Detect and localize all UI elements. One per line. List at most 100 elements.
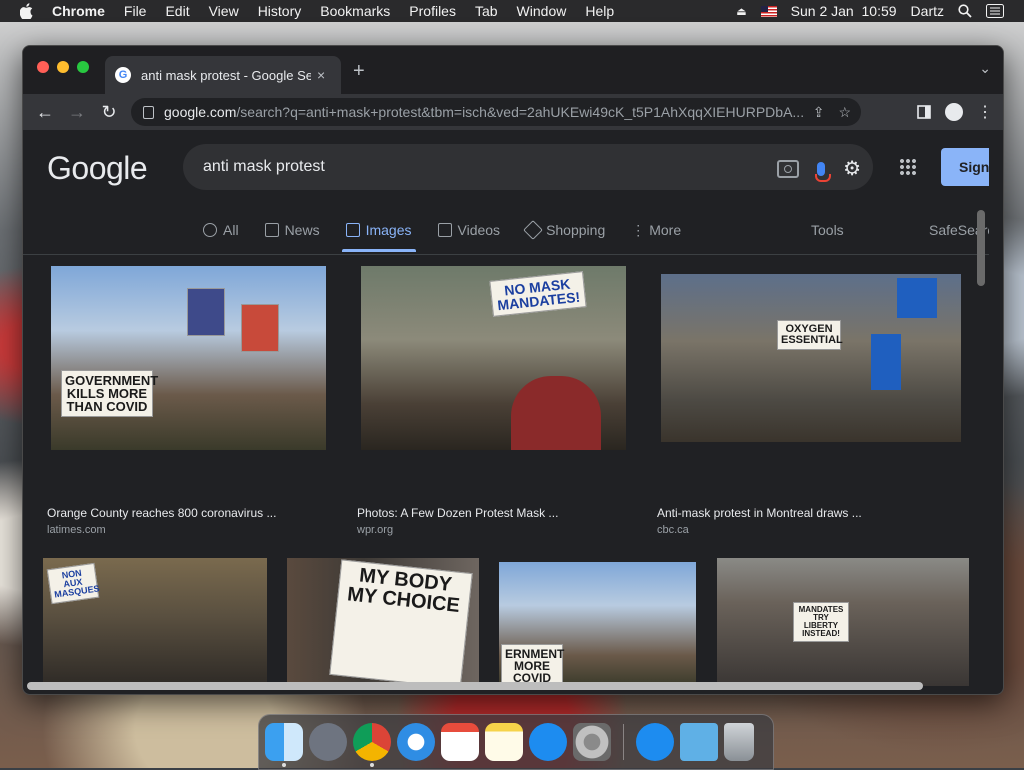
- tab-shopping-label: Shopping: [546, 222, 606, 238]
- menu-help[interactable]: Help: [585, 3, 614, 19]
- camera-search-icon[interactable]: [777, 159, 800, 178]
- image-result-1[interactable]: GOVERNMENT KILLS MORE THAN COVID: [51, 266, 326, 450]
- tab-images[interactable]: Images: [341, 212, 416, 252]
- image-result-3[interactable]: OXYGEN ESSENTIAL: [661, 274, 961, 442]
- dock: [258, 714, 774, 770]
- calendar-icon[interactable]: [441, 723, 479, 761]
- horizontal-scrollbar[interactable]: [27, 682, 923, 690]
- browser-window: anti mask protest - Google Sea × + ⌄ ← →…: [22, 45, 1004, 695]
- safari-compass-icon[interactable]: [397, 723, 435, 761]
- quebec-flag: [871, 334, 901, 390]
- image-result-7[interactable]: MANDATES TRY LIBERTY INSTEAD!: [717, 558, 969, 686]
- bookmark-star-icon[interactable]: ☆: [838, 104, 851, 121]
- image-source[interactable]: cbc.ca: [657, 524, 689, 536]
- running-indicator: [370, 763, 374, 767]
- image-result-2[interactable]: NO MASK MANDATES!: [361, 266, 626, 450]
- tab-images-label: Images: [365, 222, 412, 238]
- tab-title: anti mask protest - Google Sea: [141, 67, 311, 83]
- protest-sign: NON AUX MASQUES: [46, 562, 100, 605]
- system-preferences-gear-icon[interactable]: [573, 723, 611, 761]
- image-result-5[interactable]: MY BODY MY CHOICE: [287, 558, 479, 686]
- url-path: /search?q=anti+mask+protest&tbm=isch&ved…: [236, 104, 805, 120]
- lock-icon[interactable]: [143, 105, 154, 119]
- minimize-window-button[interactable]: [57, 61, 69, 73]
- control-center-icon[interactable]: [986, 4, 1004, 18]
- image-caption[interactable]: Anti-mask protest in Montreal draws ...: [657, 506, 862, 520]
- tab-news[interactable]: News: [264, 212, 320, 248]
- settings-gear-icon[interactable]: ⚙: [843, 156, 861, 181]
- image-caption[interactable]: Photos: A Few Dozen Protest Mask ...: [357, 506, 558, 520]
- video-play-icon: [437, 223, 452, 237]
- share-icon[interactable]: ⇪: [813, 104, 825, 121]
- voice-search-mic-icon[interactable]: [815, 161, 832, 182]
- finder-icon[interactable]: [265, 723, 303, 767]
- tab-search-chevron-icon[interactable]: ⌄: [979, 60, 991, 77]
- clock[interactable]: Sun 2 Jan 10:59: [791, 3, 897, 19]
- tab-news-label: News: [284, 222, 320, 238]
- tab-shopping[interactable]: Shopping: [523, 212, 606, 248]
- menu-edit[interactable]: Edit: [165, 3, 189, 19]
- more-dots-icon: ⋮: [631, 221, 646, 238]
- new-tab-button[interactable]: +: [353, 60, 365, 83]
- menu-profiles[interactable]: Profiles: [409, 3, 456, 19]
- menu-history[interactable]: History: [258, 3, 302, 19]
- search-query-text[interactable]: anti mask protest: [203, 158, 325, 176]
- image-caption[interactable]: Orange County reaches 800 coronavirus ..…: [47, 506, 276, 520]
- downloads-folder-icon[interactable]: [680, 723, 718, 761]
- apple-icon[interactable]: [20, 3, 34, 19]
- image-source[interactable]: latimes.com: [47, 524, 106, 536]
- google-logo[interactable]: Google: [47, 150, 148, 187]
- tab-close-button[interactable]: ×: [317, 67, 325, 83]
- chrome-icon[interactable]: [353, 723, 391, 767]
- tab-videos-label: Videos: [457, 222, 501, 238]
- url-domain: google.com: [164, 104, 237, 120]
- menu-bookmarks[interactable]: Bookmarks: [320, 3, 390, 19]
- search-input[interactable]: anti mask protest ⚙: [183, 144, 873, 190]
- menu-file[interactable]: File: [124, 3, 147, 19]
- input-source-flag-icon[interactable]: [760, 5, 777, 17]
- protest-sign: GOVERNMENT KILLS MORE THAN COVID: [61, 370, 158, 417]
- protest-sign: MANDATES TRY LIBERTY INSTEAD!: [793, 602, 849, 642]
- image-result-6[interactable]: ERNMENT MORE COVID: [499, 562, 696, 686]
- sign-in-button[interactable]: Sign: [941, 148, 989, 186]
- menu-tab[interactable]: Tab: [475, 3, 498, 19]
- spotlight-search-icon[interactable]: [958, 4, 972, 18]
- menu-app-name[interactable]: Chrome: [52, 3, 105, 19]
- news-icon: [264, 223, 279, 237]
- tab-more[interactable]: ⋮ More: [631, 212, 681, 248]
- google-apps-grid-icon[interactable]: [899, 158, 917, 176]
- tools-button[interactable]: Tools: [811, 222, 844, 238]
- browser-tab-active[interactable]: anti mask protest - Google Sea ×: [105, 56, 341, 94]
- running-indicator: [282, 763, 286, 767]
- tab-all-label: All: [223, 222, 239, 238]
- menu-view[interactable]: View: [209, 3, 239, 19]
- chrome-menu-icon[interactable]: ⋮: [977, 102, 993, 122]
- vertical-scrollbar[interactable]: [977, 210, 985, 286]
- protest-sign: ERNMENT MORE COVID: [501, 644, 564, 686]
- forward-button[interactable]: →: [61, 102, 93, 123]
- url-text[interactable]: google.com/search?q=anti+mask+protest&tb…: [164, 104, 824, 120]
- eject-icon[interactable]: ⏏: [736, 5, 746, 18]
- reload-button[interactable]: ↻: [93, 102, 125, 123]
- user-name[interactable]: Dartz: [911, 3, 944, 19]
- image-source[interactable]: wpr.org: [357, 524, 393, 536]
- tab-more-label: More: [649, 222, 682, 238]
- address-bar[interactable]: google.com/search?q=anti+mask+protest&tb…: [131, 98, 861, 126]
- shopping-tag-icon: [523, 220, 543, 240]
- back-button[interactable]: ←: [29, 102, 61, 123]
- zoom-window-button[interactable]: [77, 61, 89, 73]
- header-divider: [23, 254, 989, 255]
- image-result-4[interactable]: NON AUX MASQUES: [43, 558, 267, 686]
- tab-all[interactable]: All: [203, 212, 239, 248]
- tab-videos[interactable]: Videos: [437, 212, 501, 248]
- trash-icon[interactable]: [724, 723, 754, 761]
- google-images-page: Google anti mask protest ⚙ Sign All News…: [23, 130, 989, 686]
- profile-avatar-icon[interactable]: [945, 103, 963, 121]
- app-store-icon[interactable]: [529, 723, 567, 761]
- close-window-button[interactable]: [37, 61, 49, 73]
- app-store-download-icon[interactable]: [636, 723, 674, 761]
- side-panel-icon[interactable]: [917, 105, 931, 119]
- launchpad-rocket-icon[interactable]: [309, 723, 347, 761]
- menu-window[interactable]: Window: [517, 3, 567, 19]
- notes-icon[interactable]: [485, 723, 523, 761]
